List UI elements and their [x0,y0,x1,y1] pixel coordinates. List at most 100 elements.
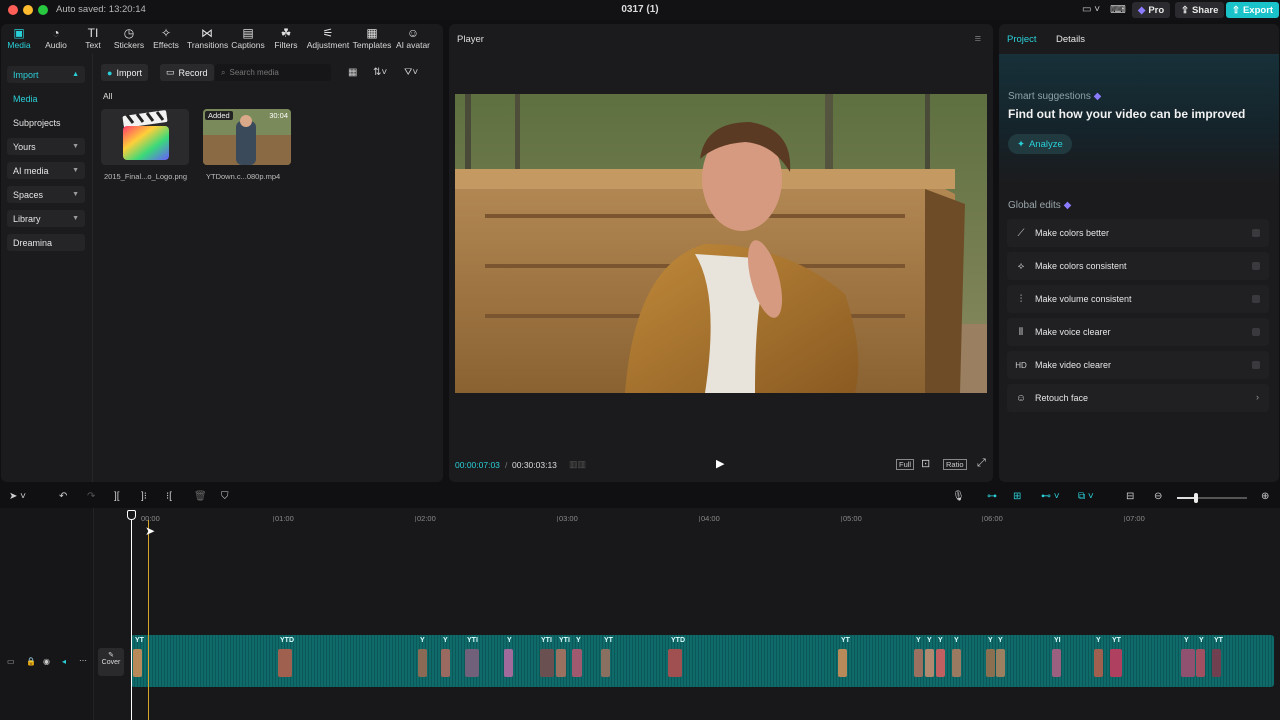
menu-icon[interactable]: ≡ [975,33,981,45]
waveform-icon[interactable]: ▥▥ [569,459,586,470]
sidebar-item-media[interactable]: Media [7,90,85,107]
video-preview[interactable] [455,94,987,393]
ruler-mark [699,516,700,522]
global-edit-label: Make volume consistent [1035,294,1132,304]
make-colors-consistent[interactable]: ⟡ Make colors consistent [1007,252,1269,280]
make-video-clearer[interactable]: HD Make video clearer [1007,351,1269,379]
pro-button[interactable]: ◆ Pro [1132,2,1171,18]
track-options-icon[interactable]: ▭ [7,657,15,666]
toggle[interactable] [1252,361,1260,369]
edit-icon: ✎ [108,652,114,659]
marker-icon[interactable]: ⛉ [221,491,229,502]
playhead[interactable] [131,512,132,720]
toolbar-audio[interactable]: ◔ Audio [36,26,76,50]
link-clips-icon[interactable]: ⊶ [987,491,997,502]
export-button[interactable]: ⇧ Export [1226,2,1280,18]
toolbar-transitions[interactable]: ⋈ Transitions [187,26,228,50]
search-input[interactable]: ⌕ Search media [215,64,331,81]
sort-icon[interactable]: ⇅˅ [373,67,387,78]
more-icon[interactable]: ⋯ [79,656,87,665]
sidebar-item-import[interactable]: Import ▲ [7,66,85,83]
preview-axis-icon[interactable]: ⧉ ˅ [1078,491,1094,502]
clip-thumbnail [838,649,847,677]
clip-thumbnail [936,649,945,677]
retouch-face[interactable]: ☺ Retouch face › [1007,384,1269,412]
toolbar-captions[interactable]: ▤ Captions [228,26,268,50]
toolbar-adjustment[interactable]: ⚟ Adjustment [306,26,350,50]
media-item-video[interactable]: Added 30:04 [203,109,291,165]
sidebar-label: Spaces [13,189,44,200]
toolbar-templates[interactable]: ▦ Templates [352,26,392,50]
sidebar-item-yours[interactable]: Yours ▼ [7,138,85,155]
media-item-logo[interactable] [101,109,189,165]
microphone-icon[interactable]: 🎙 [952,491,965,502]
clip-label: Y [938,637,943,644]
toolbar-effects[interactable]: ✧ Effects [146,26,186,50]
analyze-button[interactable]: ✦ Analyze [1008,134,1072,154]
record-button[interactable]: ▭ Record [160,64,214,81]
toolbar-text[interactable]: TI Text [73,26,113,50]
export-label: Export [1242,4,1274,16]
duration-label: 30:04 [269,111,288,120]
sidebar-item-dreamina[interactable]: Dreamina [7,234,85,251]
zoom-slider-handle[interactable] [1194,493,1198,503]
media-filter-all[interactable]: All [103,91,112,101]
redo-icon[interactable]: ↷ [87,491,95,502]
zoom-in-icon[interactable]: ⊕ [1261,491,1269,502]
import-button[interactable]: ● Import [101,64,148,81]
filter-icon[interactable]: ⛛˅ [404,67,418,78]
toolbar-media[interactable]: ▣ Media [0,26,39,50]
toggle[interactable] [1252,229,1260,237]
toggle[interactable] [1252,328,1260,336]
toolbar-filters[interactable]: ☘ Filters [266,26,306,50]
split-icon[interactable]: ][ [114,491,120,502]
ratio-button[interactable]: Ratio [943,459,967,470]
sidebar-item-ai-media[interactable]: AI media ▼ [7,162,85,179]
clip-label: Y [443,637,448,644]
delete-icon[interactable]: 🗑 [194,491,207,502]
fit-timeline-icon[interactable]: ⊟ [1126,491,1134,502]
share-button[interactable]: ⇪ Share [1175,2,1225,18]
view-grid-icon[interactable]: ▦ [348,67,357,78]
clip-label: YTD [671,637,685,644]
lock-icon[interactable]: 🔒 [26,657,36,666]
sidebar-item-subprojects[interactable]: Subprojects [7,114,85,131]
clip-thumbnail [952,649,961,677]
linkage-icon[interactable]: ⊷ ˅ [1041,491,1060,502]
video-track[interactable]: YT YTD Y Y YTI Y YTI YTI Y YT YTD YT Y Y… [131,635,1274,687]
sidebar-item-spaces[interactable]: Spaces ▼ [7,186,85,203]
make-colors-better[interactable]: ⟋ Make colors better [1007,219,1269,247]
play-icon[interactable]: ▶ [716,457,724,470]
make-voice-clearer[interactable]: ⫴ Make voice clearer [1007,318,1269,346]
layout-icon[interactable]: ▭ ˅ [1082,4,1100,15]
magnet-icon[interactable]: ⊞ [1013,491,1021,502]
toolbar-ai-avatar[interactable]: ☺ AI avatar [393,26,433,50]
sidebar-label: Library [13,213,41,224]
select-tool-icon[interactable]: ➤ ˅ [9,491,26,502]
time-ruler[interactable]: 00:00 01:00 02:00 03:00 04:00 05:00 06:0… [131,508,1280,528]
fit-screen-icon[interactable]: ⊡ [921,457,930,470]
toolbar-stickers[interactable]: ◷ Stickers [109,26,149,50]
zoom-out-icon[interactable]: ⊖ [1154,491,1162,502]
fullscreen-icon[interactable]: ⤢ [977,457,986,470]
shortcuts-icon[interactable]: ⌨ [1110,3,1126,16]
cover-button[interactable]: ✎ Cover [98,648,124,676]
toggle[interactable] [1252,295,1260,303]
media-item-name: YTDown.c...080p.mp4 [206,172,281,181]
audio-toggle-icon[interactable]: ◂ [62,657,66,666]
tab-project[interactable]: Project [1007,34,1037,45]
templates-icon: ▦ [366,26,378,40]
tab-details[interactable]: Details [1056,34,1085,45]
trim-right-icon[interactable]: ⁝[ [166,491,172,502]
make-volume-consistent[interactable]: ⫶ Make volume consistent [1007,285,1269,313]
full-button[interactable]: Full [896,459,915,470]
clip-label: YT [1112,637,1121,644]
toggle[interactable] [1252,262,1260,270]
undo-icon[interactable]: ↶ [59,491,67,502]
ruler-tick: 05:00 [843,514,862,523]
trim-left-icon[interactable]: ]⁝ [141,491,147,502]
playhead-handle[interactable] [127,510,136,520]
import-label: Import [116,67,142,78]
sidebar-item-library[interactable]: Library ▼ [7,210,85,227]
visibility-icon[interactable]: ◉ [43,657,50,666]
